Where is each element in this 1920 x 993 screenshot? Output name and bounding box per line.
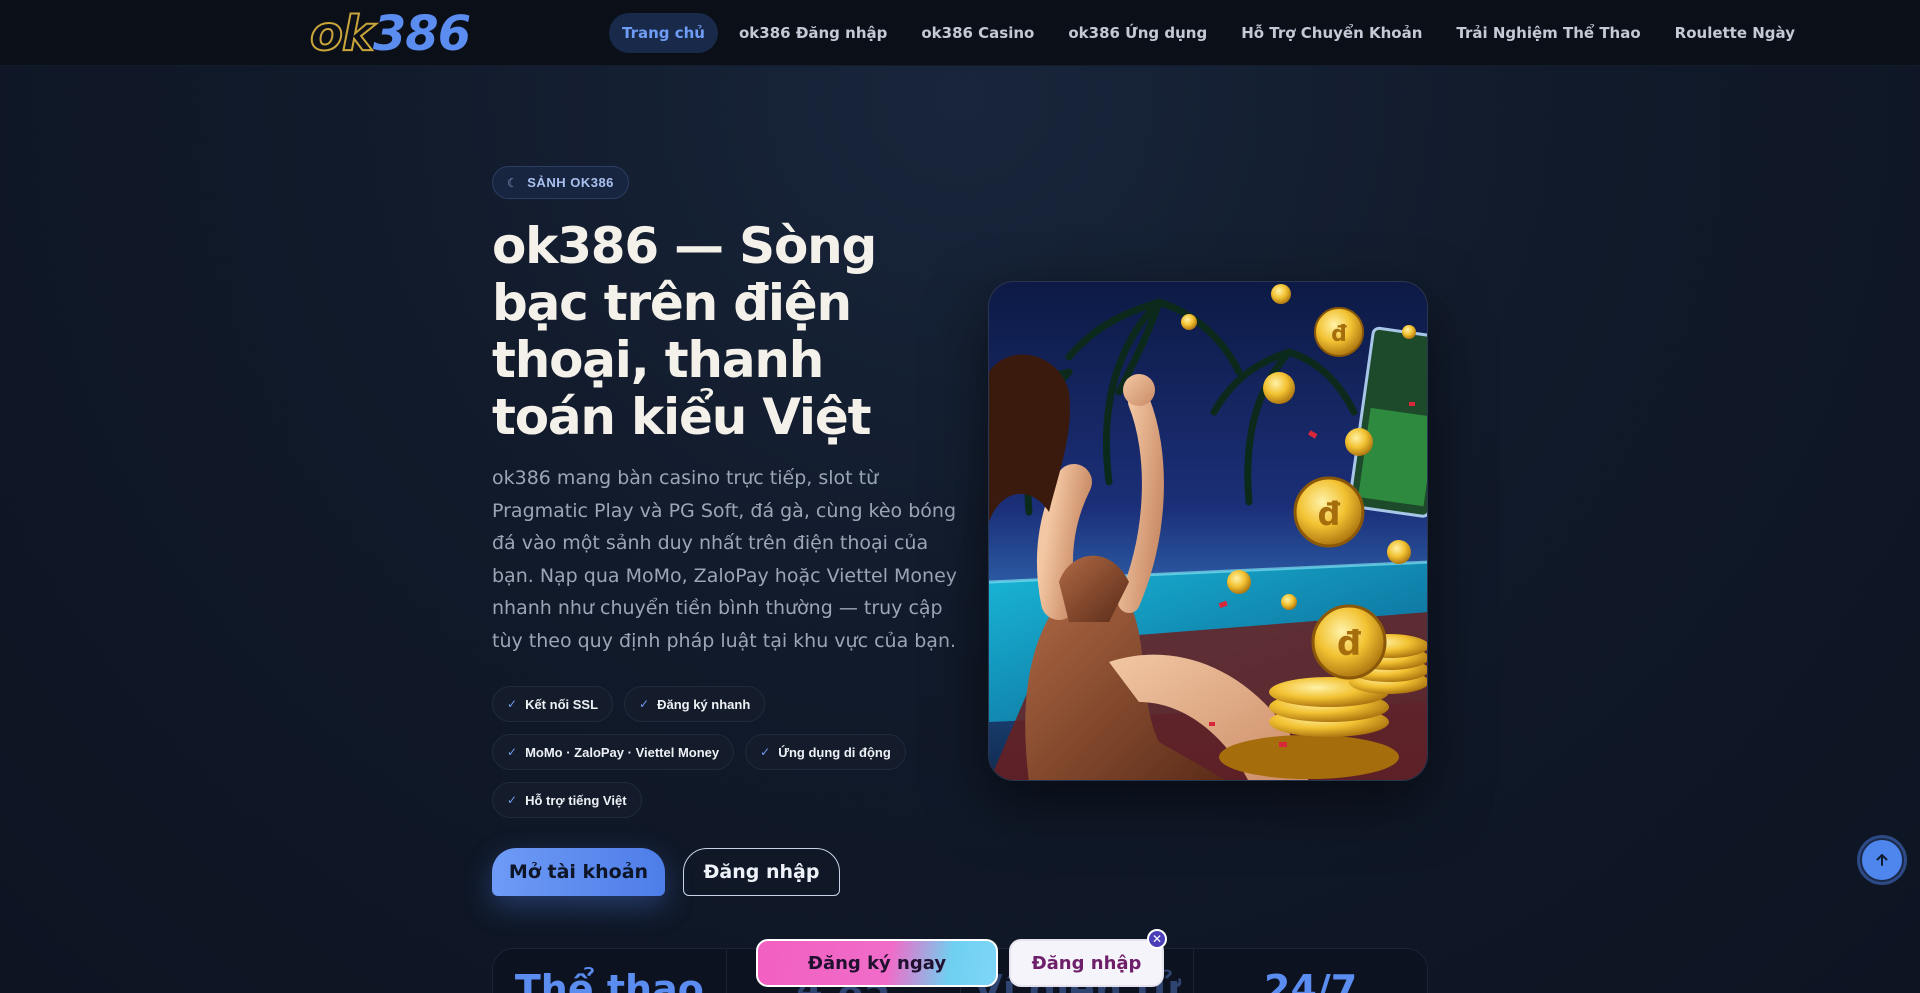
feature-chip-label: Hỗ trợ tiếng Việt bbox=[525, 792, 627, 808]
feature-chip: ✓ Đăng ký nhanh bbox=[624, 686, 766, 722]
feature-chip-label: Kết nối SSL bbox=[525, 696, 599, 712]
logo-number: 386 bbox=[372, 6, 471, 62]
hero-login-button[interactable]: Đăng nhập bbox=[683, 848, 840, 896]
nav-item-app[interactable]: ok386 Ứng dụng bbox=[1055, 13, 1220, 53]
feature-chip-label: Đăng ký nhanh bbox=[657, 696, 751, 712]
check-icon: ✓ bbox=[507, 697, 518, 711]
hero-description: ok386 mang bàn casino trực tiếp, slot từ… bbox=[492, 467, 958, 652]
casino-illustration: đ đ đ bbox=[989, 282, 1427, 780]
check-icon: ✓ bbox=[507, 745, 518, 759]
floating-login-button[interactable]: Đăng nhập bbox=[1009, 939, 1164, 987]
main-nav: Trang chủ ok386 Đăng nhập ok386 Casino o… bbox=[609, 13, 1808, 53]
ok386-logo[interactable]: ok386 bbox=[309, 5, 471, 63]
svg-text:đ: đ bbox=[1337, 624, 1362, 664]
nav-item-transfer-support[interactable]: Hỗ Trợ Chuyển Khoản bbox=[1228, 13, 1435, 53]
nav-item-casino[interactable]: ok386 Casino bbox=[908, 13, 1047, 53]
feature-chip: ✓ Hỗ trợ tiếng Việt bbox=[492, 782, 642, 818]
nav-item-sports[interactable]: Trải Nghiệm Thể Thao bbox=[1443, 13, 1653, 53]
open-account-button[interactable]: Mở tài khoản bbox=[492, 848, 665, 896]
moon-icon: ☾ bbox=[507, 175, 519, 190]
feature-chips: ✓ Kết nối SSL ✓ Đăng ký nhanh ✓ MoMo · Z… bbox=[492, 686, 962, 818]
close-icon[interactable]: ✕ bbox=[1147, 929, 1167, 949]
nav-item-login[interactable]: ok386 Đăng nhập bbox=[726, 13, 900, 53]
svg-text:đ: đ bbox=[1331, 322, 1347, 347]
feature-chip: ✓ MoMo · ZaloPay · Viettel Money bbox=[492, 734, 735, 770]
lobby-badge-label: SẢNH OK386 bbox=[527, 175, 614, 190]
check-icon: ✓ bbox=[507, 793, 518, 807]
stat-sports: Thể thao bbox=[493, 949, 727, 993]
hero-title: ok386 — Sòng bạc trên điện thoại, thanh … bbox=[492, 217, 877, 446]
nav-item-roulette[interactable]: Roulette Ngày bbox=[1662, 13, 1808, 53]
floating-cta-bar: Đăng ký ngay Đăng nhập ✕ bbox=[754, 929, 1167, 989]
lobby-badge: ☾ SẢNH OK386 bbox=[492, 166, 629, 199]
svg-text:đ: đ bbox=[1318, 495, 1341, 533]
top-navigation-bar: ok386 Trang chủ ok386 Đăng nhập ok386 Ca… bbox=[0, 0, 1920, 66]
check-icon: ✓ bbox=[760, 745, 771, 759]
logo-prefix: ok bbox=[309, 5, 375, 63]
scroll-to-top-button[interactable] bbox=[1860, 838, 1904, 882]
register-now-button[interactable]: Đăng ký ngay bbox=[756, 939, 998, 987]
stat-support-hours: 24/7 bbox=[1264, 967, 1358, 993]
feature-chip-label: Ứng dụng di động bbox=[778, 744, 891, 760]
feature-chip-label: MoMo · ZaloPay · Viettel Money bbox=[525, 744, 720, 760]
feature-chip: ✓ Kết nối SSL bbox=[492, 686, 614, 722]
nav-item-home[interactable]: Trang chủ bbox=[609, 13, 718, 53]
hero-casino-image: đ đ đ bbox=[988, 281, 1428, 781]
feature-chip: ✓ Ứng dụng di động bbox=[745, 734, 906, 770]
check-icon: ✓ bbox=[639, 697, 650, 711]
arrow-up-icon bbox=[1876, 854, 1888, 866]
